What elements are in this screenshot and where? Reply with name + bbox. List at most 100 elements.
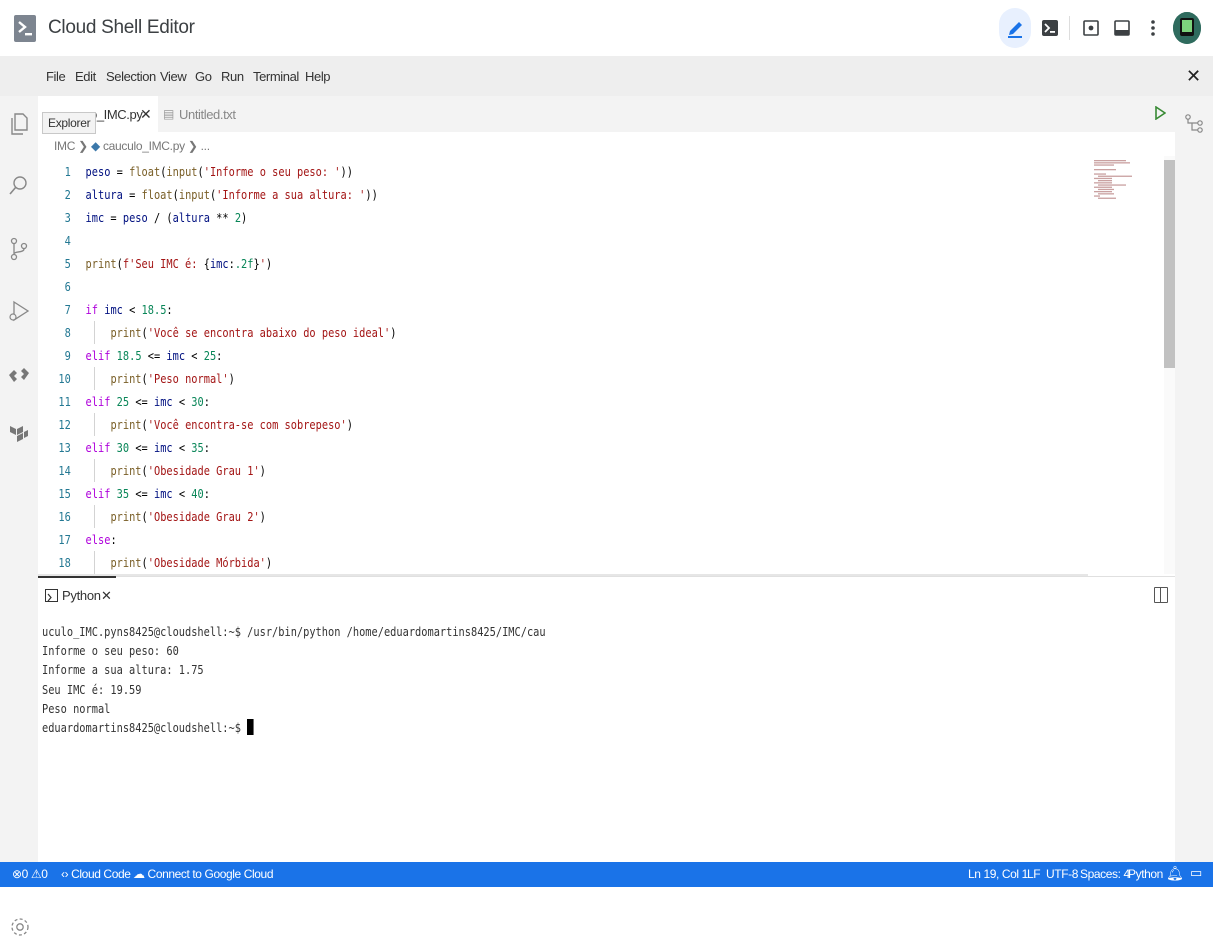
code-token: <=: [129, 486, 154, 501]
code-token: 'Informe o seu peso: ': [203, 164, 341, 179]
line-number: 18: [58, 555, 71, 570]
terraform-icon[interactable]: [6, 422, 32, 448]
code-token: :: [203, 486, 210, 501]
code-token: peso: [122, 210, 148, 225]
play-icon[interactable]: [1154, 106, 1166, 120]
code-token: else: [85, 532, 111, 547]
code-token: )): [365, 187, 378, 202]
terminal-line: Seu IMC é: 19.59: [42, 682, 142, 697]
source-control-icon[interactable]: [6, 236, 32, 262]
right-side-bar: [1175, 96, 1213, 862]
outline-icon[interactable]: [1183, 112, 1205, 134]
code-token: )): [340, 164, 353, 179]
eol-status[interactable]: LF: [1027, 867, 1041, 881]
code-icon: ‹›: [61, 867, 69, 881]
editor-scrollbar-thumb[interactable]: [1164, 160, 1175, 368]
code-line: 2 altura = float(input('Informe a sua alt…: [38, 183, 899, 206]
run-debug-icon[interactable]: [6, 298, 32, 324]
avatar[interactable]: [1173, 12, 1201, 44]
connect-label: Connect to Google Cloud: [147, 867, 274, 881]
code-token: 'Você encontra-se com sobrepeso': [147, 417, 347, 432]
terminal-tab-close-button[interactable]: ✕: [101, 588, 112, 604]
code-line: 9 elif 18.5 <= imc < 25:: [38, 344, 899, 367]
code-token: imc: [104, 302, 123, 317]
explorer-tooltip: Explorer: [42, 112, 97, 134]
line-number: 16: [58, 509, 71, 524]
menu-selection[interactable]: Selection: [106, 69, 156, 84]
code-token: elif: [85, 440, 111, 455]
cloud-icon: ☁: [133, 867, 145, 881]
menu-help[interactable]: Help: [305, 69, 331, 84]
open-terminal-button[interactable]: [1034, 12, 1066, 44]
indent-guide: [94, 321, 95, 344]
code-editor[interactable]: 1 peso = float(input('Informe o seu peso:…: [38, 156, 1175, 574]
menu-go[interactable]: Go: [195, 69, 212, 84]
open-editor-button[interactable]: [999, 8, 1031, 48]
header-divider: [1069, 16, 1070, 40]
code-token: imc: [153, 440, 173, 455]
panel-divider: [38, 576, 1175, 577]
code-line: 14 print('Obesidade Grau 1'): [38, 459, 899, 482]
code-token: float: [141, 187, 173, 202]
code-token: :: [203, 394, 210, 409]
connect-status[interactable]: ☁ Connect to Google Cloud: [133, 867, 274, 881]
layout-button[interactable]: [1106, 12, 1138, 44]
warning-icon: ⚠: [30, 867, 42, 881]
cloud-code-label: Cloud Code: [71, 867, 131, 881]
more-options-button[interactable]: [1137, 12, 1169, 44]
web-preview-button[interactable]: [1075, 12, 1107, 44]
menu-run[interactable]: Run: [221, 69, 244, 84]
code-token: :: [110, 532, 117, 547]
cloud-code-status[interactable]: ‹› Cloud Code: [61, 867, 131, 881]
line-number: 13: [58, 440, 71, 455]
cursor-position[interactable]: Ln 19, Col 1: [968, 867, 1028, 881]
code-line: 1 peso = float(input('Informe o seu peso:…: [38, 160, 899, 183]
indent-guide: [94, 459, 95, 482]
code-token: 'Obesidade Grau 2': [147, 509, 260, 524]
encoding-status[interactable]: UTF-8: [1046, 867, 1078, 881]
tab-label[interactable]: o_IMC.py: [90, 107, 143, 122]
code-line: 18 print('Obesidade Mórbida'): [38, 551, 899, 574]
terminal-prompt-line[interactable]: eduardomartins8425@cloudshell:~$: [42, 718, 254, 738]
line-number: 11: [58, 394, 71, 409]
cloud-code-icon[interactable]: [6, 362, 32, 388]
menu-view[interactable]: View: [160, 69, 187, 84]
problems-status[interactable]: ⊗0 ⚠0: [12, 867, 48, 881]
breadcrumb: IMC ❯ ◆ cauculo_IMC.py ❯ ...: [54, 139, 210, 153]
code-token: :: [203, 440, 210, 455]
code-token: 'Informe a sua altura: ': [216, 187, 366, 202]
terminal-tab-label[interactable]: Python: [62, 588, 101, 603]
layout-toggle-icon[interactable]: ▭: [1190, 865, 1202, 881]
menu-edit[interactable]: Edit: [75, 69, 96, 84]
line-number: 3: [64, 210, 71, 225]
files-icon[interactable]: [6, 111, 32, 137]
code-token: f'Seu IMC é:: [122, 256, 204, 271]
code-token: altura: [85, 187, 123, 202]
indent-guide: [94, 551, 95, 574]
split-terminal-button[interactable]: [1154, 587, 1168, 603]
settings-icon[interactable]: [9, 916, 31, 938]
code-token: / (: [147, 210, 173, 225]
tab-untitled[interactable]: Untitled.txt: [179, 107, 236, 122]
bell-icon[interactable]: 🔔︎: [1166, 865, 1184, 882]
code-token: 35: [116, 486, 130, 501]
breadcrumb-more[interactable]: ...: [201, 139, 210, 153]
minimap[interactable]: [1094, 160, 1164, 200]
language-status[interactable]: Python: [1128, 867, 1163, 881]
breadcrumb-file[interactable]: cauculo_IMC.py: [103, 139, 185, 153]
breadcrumb-folder[interactable]: IMC: [54, 139, 75, 153]
cloud-shell-logo-icon: [14, 15, 36, 42]
terminal-prompt: eduardomartins8425@cloudshell:~$: [42, 720, 248, 735]
code-token: =: [122, 187, 142, 202]
indentation-status[interactable]: Spaces: 4: [1080, 867, 1130, 881]
search-icon[interactable]: [6, 173, 32, 199]
code-token: 35: [191, 440, 204, 455]
line-number: 8: [64, 325, 71, 340]
tab-close-button[interactable]: ✕: [140, 106, 152, 123]
code-token: print: [110, 325, 142, 340]
close-editor-button[interactable]: ✕: [1186, 66, 1201, 87]
menu-file[interactable]: File: [46, 69, 66, 84]
menu-terminal[interactable]: Terminal: [253, 69, 299, 84]
python-file-icon: ◆: [90, 139, 100, 153]
